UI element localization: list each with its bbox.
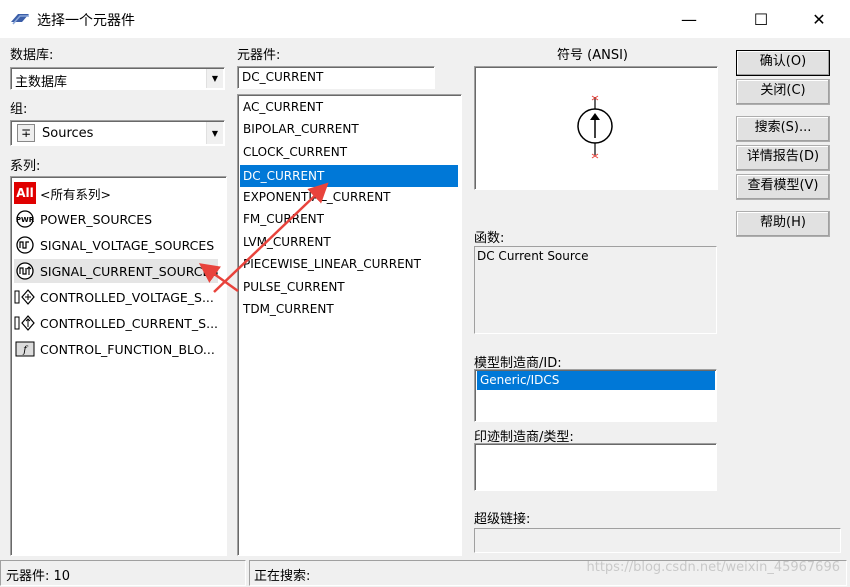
annotation-arrow-component — [213, 182, 329, 293]
annotation-arrows — [198, 182, 329, 293]
